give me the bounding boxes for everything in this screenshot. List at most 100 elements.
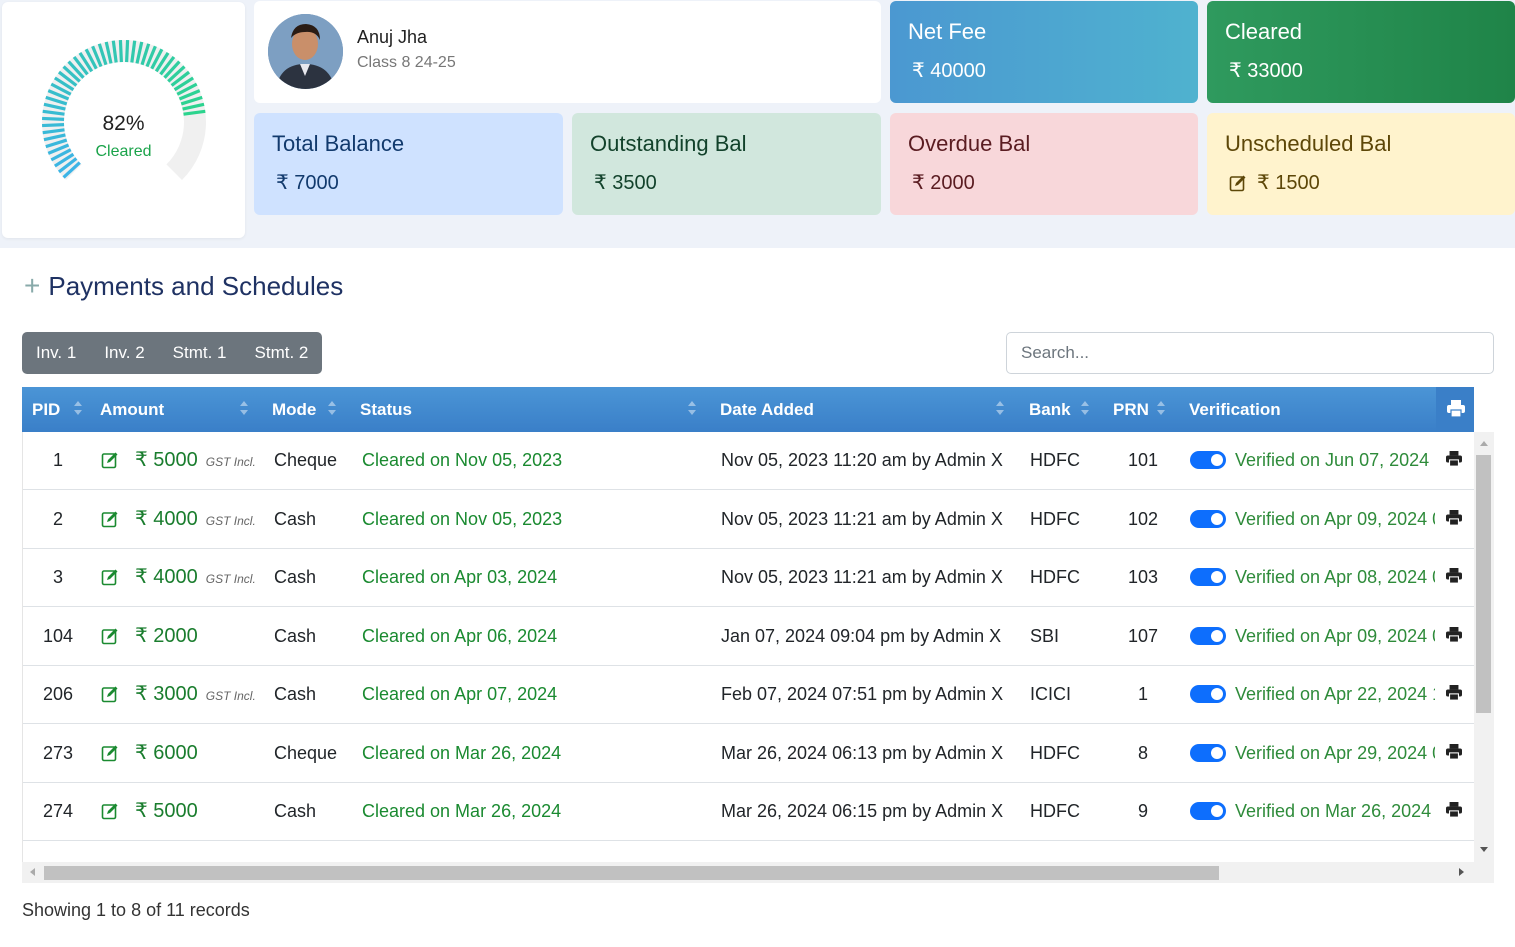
cell-status: Cleared on Apr 07, 2024 [362,684,558,704]
edit-icon[interactable] [101,451,119,472]
invoice-2-button[interactable]: Inv. 2 [90,332,158,374]
scroll-left-icon[interactable] [30,868,35,876]
table-row[interactable]: 206 ₹ 3000 GST Incl. Cash Cleared on Apr 07,… [23,666,1474,724]
gauge-label: Cleared [95,143,152,160]
cell-pid: 273 [42,742,74,763]
sort-icon[interactable] [688,401,696,417]
unscheduled-value-row: ₹ 1500 [1229,170,1320,198]
print-icon[interactable] [1445,509,1463,528]
cell-mode: Cheque [274,742,338,763]
cell-mode: Cash [274,567,317,587]
sort-icon[interactable] [74,401,82,417]
gauge-tick [118,40,123,63]
print-icon[interactable] [1445,802,1463,820]
net-fee-title: Net Fee [908,19,987,44]
horizontal-scrollbar[interactable] [22,862,1494,883]
cell-date-added: Feb 07, 2024 07:51 pm by Admin X [721,684,1004,704]
header-mode[interactable]: Mode [272,387,316,432]
table-row[interactable]: 273 ₹ 6000 Cheque Cleared on Mar 26, 2024 Ma… [23,725,1474,783]
edit-icon[interactable] [101,744,119,765]
sort-icon[interactable] [328,401,336,417]
amount-value: ₹ 5000 [135,800,198,822]
gst-label: GST Incl. [205,455,256,469]
section-title-text: Payments and Schedules [48,271,344,301]
edit-icon[interactable] [101,685,119,706]
verification-toggle[interactable] [1190,568,1226,586]
horizontal-scroll-thumb[interactable] [44,866,1219,880]
table-row[interactable]: 1 ₹ 5000 GST Incl. Cheque Cleared on Nov 05,… [23,432,1474,490]
print-icon[interactable] [1445,626,1463,645]
verification-toggle[interactable] [1190,451,1226,469]
gauge-percent: 82% [102,112,145,135]
cell-bank: ICICI [1030,684,1072,704]
print-icon[interactable] [1445,451,1463,469]
edit-icon[interactable] [1229,174,1247,198]
cell-date-added: Nov 05, 2023 11:20 am by Admin X [721,450,1003,470]
sort-icon[interactable] [996,401,1004,417]
cell-amount: ₹ 3000 GST Incl. [135,666,256,724]
total-balance-value: ₹ 7000 [276,172,339,194]
cell-prn: 8 [1137,742,1148,763]
cell-amount: ₹ 5000 [135,783,206,841]
print-icon[interactable] [1445,568,1463,586]
scroll-right-icon[interactable] [1459,868,1464,876]
verification-toggle[interactable] [1190,685,1226,703]
statement-2-button[interactable]: Stmt. 2 [241,332,323,374]
outstanding-value: ₹ 3500 [594,172,657,194]
search-input[interactable] [1006,332,1494,374]
cell-bank: HDFC [1030,508,1080,529]
table-row[interactable]: 2 ₹ 4000 GST Incl. Cash Cleared on Nov 05, 2… [23,491,1474,549]
cell-mode: Cash [274,625,317,646]
verification-toggle[interactable] [1190,626,1226,645]
gst-label: GST Incl. [205,689,256,703]
statement-1-button[interactable]: Stmt. 1 [159,332,241,374]
cell-status: Cleared on Nov 05, 2023 [362,450,563,470]
print-all-button[interactable] [1436,387,1474,432]
cell-mode: Cash [274,684,317,704]
unscheduled-value: ₹ 1500 [1257,172,1320,194]
table-row[interactable]: 274 ₹ 5000 Cash Cleared on Mar 26, 2024 Mar … [23,783,1474,841]
header-date-added[interactable]: Date Added [720,387,814,432]
table-body: 1 ₹ 5000 GST Incl. Cheque Cleared on Nov 05,… [22,432,1474,862]
cell-bank: SBI [1030,625,1060,646]
cell-verification: Verified on Jun 07, 2024 1 [1235,450,1435,470]
cell-status: Cleared on Apr 03, 2024 [362,567,558,587]
vertical-scroll-thumb[interactable] [1476,455,1491,713]
expand-plus-icon[interactable]: + [24,270,40,301]
header-verification[interactable]: Verification [1189,387,1281,432]
student-name: Anuj Jha [357,27,428,47]
verification-toggle[interactable] [1190,509,1226,528]
header-pid[interactable]: PID [32,387,60,432]
avatar [268,14,343,89]
verification-toggle[interactable] [1190,802,1226,820]
print-icon[interactable] [1445,743,1463,762]
print-icon[interactable] [1445,685,1463,703]
header-bank[interactable]: Bank [1029,387,1071,432]
table-row[interactable]: 104 ₹ 2000 Cash Cleared on Apr 06, 2024 Jan … [23,608,1474,666]
sort-icon[interactable] [1081,401,1089,417]
header-prn[interactable]: PRN [1113,387,1149,432]
cell-verification: Verified on Apr 09, 2024 0 [1235,625,1435,646]
edit-icon[interactable] [101,802,119,823]
invoice-1-button[interactable]: Inv. 1 [22,332,90,374]
header-amount[interactable]: Amount [100,387,164,432]
cell-pid: 206 [42,684,74,704]
sort-icon[interactable] [1157,401,1165,417]
amount-value: ₹ 3000 [135,683,198,705]
edit-icon[interactable] [101,627,119,648]
scroll-up-icon[interactable] [1480,441,1488,446]
edit-icon[interactable] [101,510,119,531]
table-row[interactable]: 3 ₹ 4000 GST Incl. Cash Cleared on Apr 03, 2… [23,549,1474,607]
cell-mode: Cheque [274,450,338,470]
cleared-card: Cleared ₹ 33000 [1207,1,1515,103]
scroll-down-icon[interactable] [1480,847,1488,852]
header-status[interactable]: Status [360,387,412,432]
cell-verification: Verified on Mar 26, 2024 ( [1235,801,1435,821]
sort-icon[interactable] [240,401,248,417]
cell-amount: ₹ 4000 GST Incl. [135,491,256,549]
verification-toggle[interactable] [1190,743,1226,762]
cell-status: Cleared on Mar 26, 2024 [362,801,562,821]
edit-icon[interactable] [101,568,119,589]
student-class: Class 8 24-25 [357,54,456,71]
cell-prn: 102 [1127,508,1159,529]
